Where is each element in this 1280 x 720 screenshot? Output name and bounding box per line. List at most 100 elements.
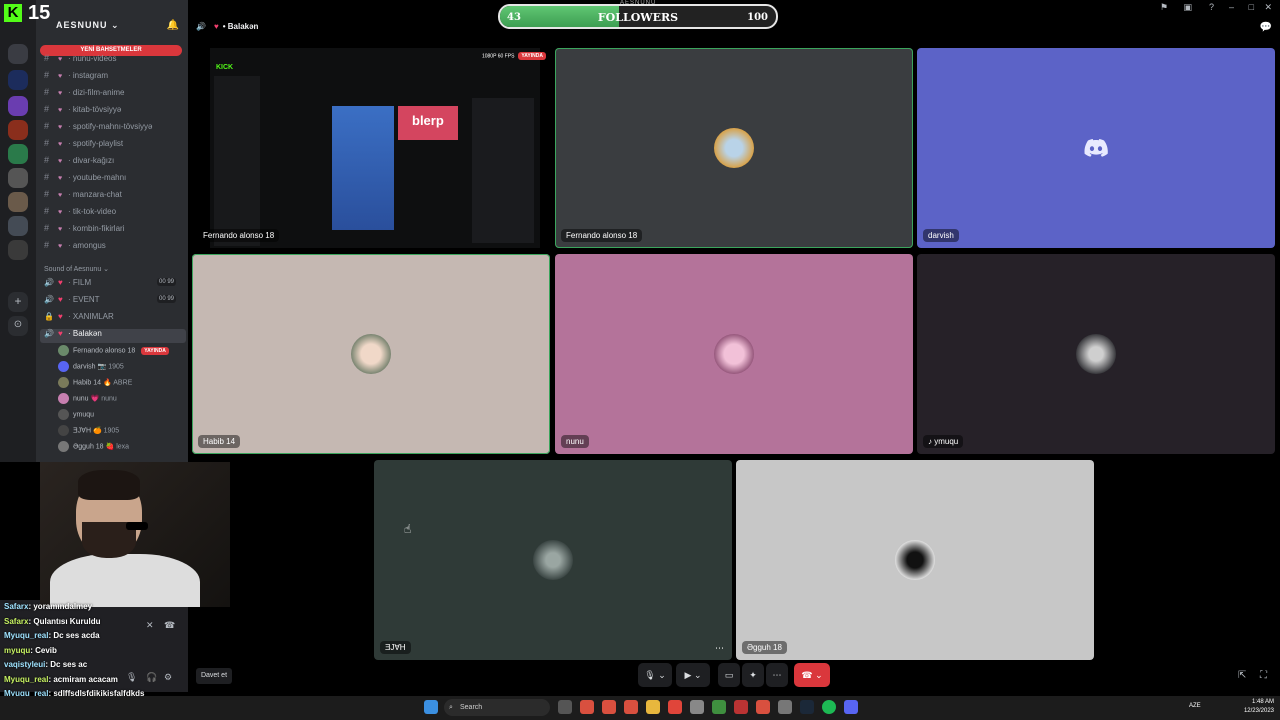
bell-icon[interactable]: 🔔: [167, 20, 180, 31]
hash-icon: #: [44, 104, 50, 114]
channel-label: spotify-playlist: [72, 139, 124, 148]
more-icon[interactable]: ⋯: [715, 643, 724, 654]
maximize-icon[interactable]: □: [1249, 2, 1254, 12]
server-header[interactable]: AESNUNU ⌄ 🔔: [36, 20, 188, 36]
chrome-icon[interactable]: [580, 700, 594, 714]
participant-tile[interactable]: darvish: [917, 48, 1275, 248]
close-icon[interactable]: ✕: [1264, 2, 1272, 13]
voice-category[interactable]: Sound of Aesnunu ⌄: [44, 265, 109, 273]
chat-icon[interactable]: 💬: [1260, 22, 1272, 33]
voice-channel[interactable]: 🔊 ♥ · FILM 00 99: [44, 278, 184, 292]
channel-label: manzara-chat: [72, 190, 122, 199]
start-icon[interactable]: [424, 700, 438, 714]
voice-member[interactable]: nunu 💗 nunu: [58, 393, 184, 407]
server-icon[interactable]: [8, 96, 28, 116]
channel-emoji-icon: ♥: [58, 243, 63, 250]
server-icon[interactable]: [8, 120, 28, 140]
add-server-icon[interactable]: +: [8, 292, 28, 312]
server-icon[interactable]: [8, 44, 28, 64]
voice-member[interactable]: Əgguh 18 🍓 lexa: [58, 441, 184, 455]
invite-button[interactable]: Davet et: [196, 668, 232, 684]
text-channel[interactable]: # ♥ · dizi-film-anime: [44, 87, 184, 101]
text-channel[interactable]: # ♥ · amongus: [44, 240, 184, 254]
voice-member[interactable]: ymuqu: [58, 409, 184, 423]
activities-button[interactable]: ✦: [742, 663, 764, 687]
server-icon[interactable]: [8, 70, 28, 90]
text-channel[interactable]: # ♥ · divar-kağızı: [44, 155, 184, 169]
channel-emoji-icon: ♥: [58, 192, 63, 199]
chat-message: Safarx: yoramındalmey: [4, 602, 92, 611]
more-options-button[interactable]: ⋯: [766, 663, 788, 687]
voice-member[interactable]: Habib 14 🔥 ABRE: [58, 377, 184, 391]
browser-icon[interactable]: [668, 700, 682, 714]
text-channel[interactable]: # ♥ · tik-tok-video: [44, 206, 184, 220]
participant-tile[interactable]: Fernando alonso 18: [555, 48, 913, 248]
popout-icon[interactable]: ⇱: [1238, 670, 1246, 681]
voice-channel[interactable]: 🔒 ♥ · XANIMLAR: [44, 312, 184, 326]
clock[interactable]: 1:48 AM 12/23/2023: [1244, 698, 1274, 716]
text-channel[interactable]: # ♥ · youtube-mahnı: [44, 172, 184, 186]
camera-toggle-button[interactable]: ▶ ⌄: [676, 663, 710, 687]
explore-icon[interactable]: ⊙: [8, 316, 28, 336]
file-explorer-icon[interactable]: [646, 700, 660, 714]
avatar: [58, 409, 69, 420]
app-icon[interactable]: [756, 700, 770, 714]
app-icon[interactable]: [778, 700, 792, 714]
chrome-icon[interactable]: [602, 700, 616, 714]
live-badge: YAYINDA: [518, 52, 546, 60]
chrome-icon[interactable]: [624, 700, 638, 714]
task-view-icon[interactable]: [558, 700, 572, 714]
text-channel[interactable]: # ♥ · kombin-fikirlari: [44, 223, 184, 237]
screen-share-button[interactable]: ▭: [718, 663, 740, 687]
taskbar-search[interactable]: ⌕ Search: [444, 699, 550, 716]
channel-emoji-icon: ♥: [58, 226, 63, 233]
fullscreen-icon[interactable]: ⛶: [1260, 670, 1267, 681]
text-channel[interactable]: # ♥ · manzara-chat: [44, 189, 184, 203]
avatar: [58, 393, 69, 404]
participant-tile[interactable]: ƎJ∀H ⋯: [374, 460, 732, 660]
member-name: Əgguh 18: [73, 443, 104, 451]
inbox-icon[interactable]: ▣: [1183, 2, 1192, 13]
server-icon[interactable]: [8, 192, 28, 212]
app-icon[interactable]: [734, 700, 748, 714]
voice-channel[interactable]: 🔊 ♥ · EVENT 00 99: [44, 295, 184, 309]
heart-icon: ♥: [58, 312, 63, 321]
language-indicator[interactable]: AZE: [1189, 703, 1201, 709]
voice-channel[interactable]: 🔊 ♥ · Balakən: [40, 329, 186, 343]
store-icon[interactable]: [690, 700, 704, 714]
hang-up-button[interactable]: ☎ ⌄: [794, 663, 830, 687]
server-icon[interactable]: [8, 216, 28, 236]
discord-taskbar-icon[interactable]: [844, 700, 858, 714]
channel-label: kombin-fikirlari: [72, 224, 125, 233]
text-channel[interactable]: # ♥ · spotify-mahnı-tövsiyyə: [44, 121, 184, 135]
spotify-icon[interactable]: [822, 700, 836, 714]
hash-icon: #: [44, 155, 50, 165]
mic-toggle-button[interactable]: 🎙 ⌄: [638, 663, 672, 687]
avatar: [58, 425, 69, 436]
pin-icon[interactable]: ⚑: [1160, 2, 1168, 13]
voice-member[interactable]: Fernando alonso 18 YAYINDA: [58, 345, 184, 359]
text-channel[interactable]: # ♥ · kitab-tövsiyyə: [44, 104, 184, 118]
stream-tile[interactable]: KICK blerp 1080P 60 FPS YAYINDA Fernando …: [192, 48, 550, 248]
channel-label: instagram: [72, 71, 109, 80]
server-icon[interactable]: [8, 144, 28, 164]
minimize-icon[interactable]: –: [1229, 2, 1234, 12]
steam-icon[interactable]: [800, 700, 814, 714]
app-icon[interactable]: [712, 700, 726, 714]
participant-tile[interactable]: nunu: [555, 254, 913, 454]
voice-member[interactable]: ƎJ∀H 🍊 1905: [58, 425, 184, 439]
participant-tile[interactable]: Habib 14: [192, 254, 550, 454]
participant-tile[interactable]: ♪ ymuqu: [917, 254, 1275, 454]
help-icon[interactable]: ?: [1209, 2, 1214, 12]
text-channel[interactable]: # ♥ · spotify-playlist: [44, 138, 184, 152]
server-icon[interactable]: [8, 168, 28, 188]
voice-member[interactable]: darvish 📷 1905: [58, 361, 184, 375]
participant-tile[interactable]: Əgguh 18: [736, 460, 1094, 660]
hash-icon: #: [44, 223, 50, 233]
text-channel[interactable]: # ♥ · nunu-videos: [44, 53, 184, 67]
channel-name: Balakən: [227, 22, 259, 31]
hash-icon: #: [44, 138, 50, 148]
server-icon[interactable]: [8, 240, 28, 260]
hash-icon: #: [44, 70, 50, 80]
text-channel[interactable]: # ♥ · instagram: [44, 70, 184, 84]
